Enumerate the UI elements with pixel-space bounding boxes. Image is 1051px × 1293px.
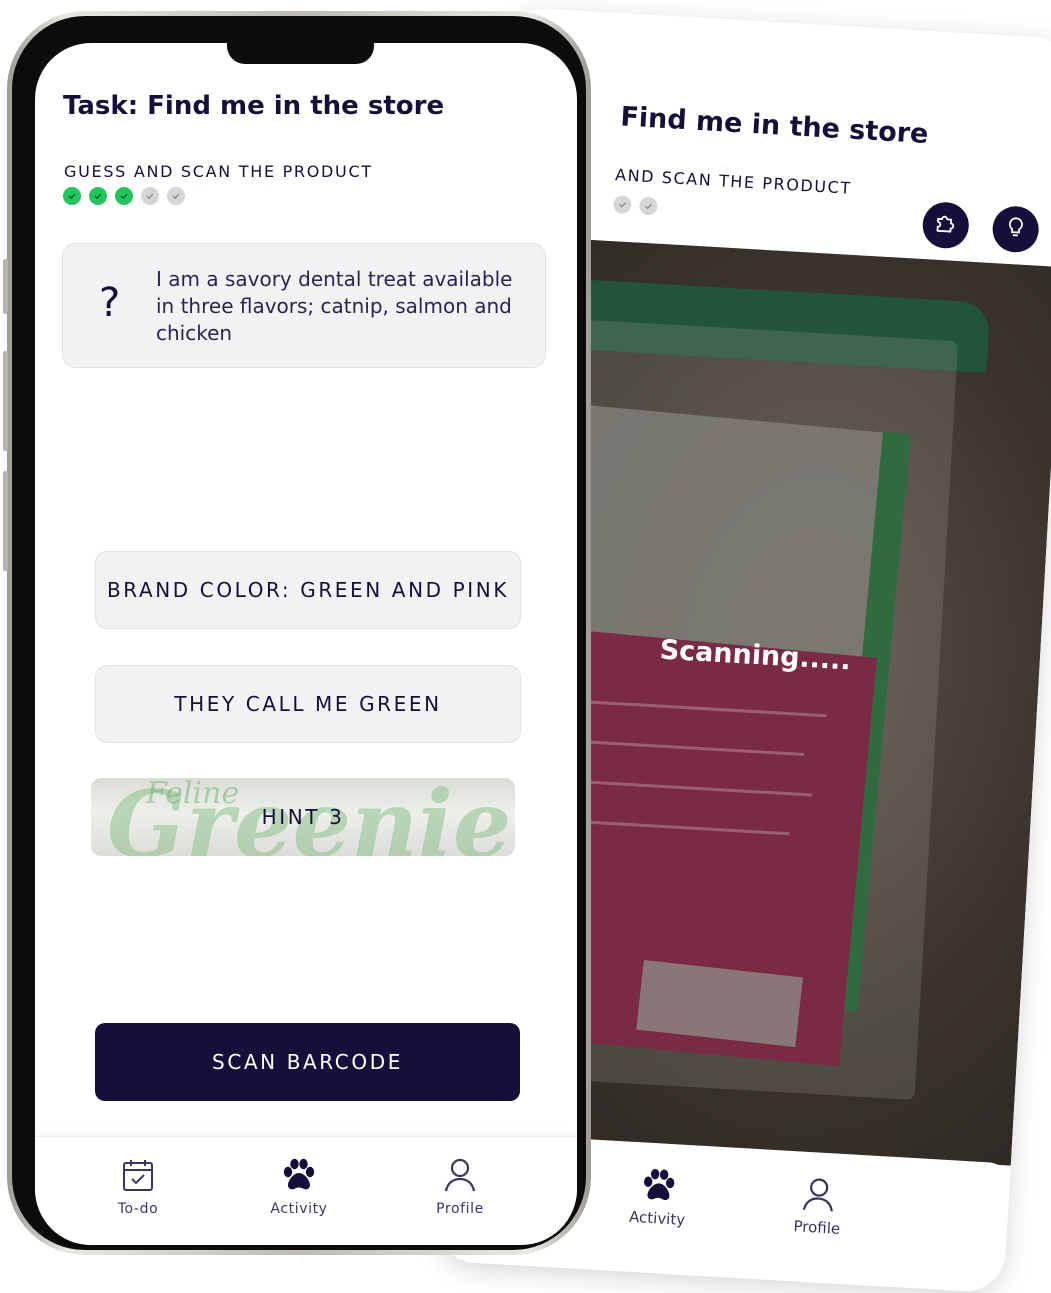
progress-dot	[638, 196, 658, 216]
user-icon	[768, 1172, 870, 1218]
puzzle-icon	[933, 211, 959, 240]
back-nav-activity[interactable]: Activity	[607, 1163, 710, 1231]
riddle-card: ? I am a savory dental treat available i…	[62, 243, 546, 368]
progress-dot-todo	[167, 187, 185, 205]
paw-icon	[608, 1163, 710, 1209]
progress-dot-done	[115, 187, 133, 205]
progress-dots	[63, 187, 185, 205]
back-page-title: Find me in the store	[619, 101, 930, 151]
progress-dot-done	[89, 187, 107, 205]
hint-2-button[interactable]: THEY CALL ME GREEN	[95, 665, 521, 743]
calendar-check-icon	[88, 1155, 188, 1195]
lightbulb-icon	[1003, 215, 1029, 244]
progress-dot	[612, 195, 632, 215]
nav-todo[interactable]: To-do	[88, 1155, 188, 1217]
progress-dot-todo	[141, 187, 159, 205]
nav-profile[interactable]: Profile	[410, 1155, 510, 1217]
guess-label: GUESS AND SCAN THE PRODUCT	[64, 162, 373, 181]
question-mark-icon: ?	[99, 280, 121, 326]
page-title: Task: Find me in the store	[63, 91, 445, 121]
user-icon	[410, 1155, 510, 1195]
front-phone-screen: Task: Find me in the store GUESS AND SCA…	[35, 43, 577, 1245]
hint-lightbulb-button[interactable]	[991, 205, 1040, 254]
scan-barcode-button[interactable]: SCAN BARCODE	[95, 1023, 520, 1101]
product-label-back	[546, 403, 887, 662]
bottom-nav: To-do Activity Profile	[35, 1136, 577, 1245]
riddle-text: I am a savory dental treat available in …	[156, 267, 513, 345]
phone-notch	[227, 43, 374, 64]
hint-1-button[interactable]: BRAND COLOR: GREEN AND PINK	[95, 551, 521, 629]
back-nav-profile[interactable]: Profile	[766, 1172, 869, 1240]
progress-dot-done	[63, 187, 81, 205]
paw-icon	[249, 1155, 349, 1195]
nav-activity[interactable]: Activity	[249, 1155, 349, 1217]
back-progress-dots	[612, 195, 658, 216]
puzzle-button[interactable]	[921, 200, 971, 250]
hint-3-button[interactable]: Greenie Feline HINT 3	[91, 778, 515, 856]
back-guess-label: AND SCAN THE PRODUCT	[614, 165, 853, 198]
